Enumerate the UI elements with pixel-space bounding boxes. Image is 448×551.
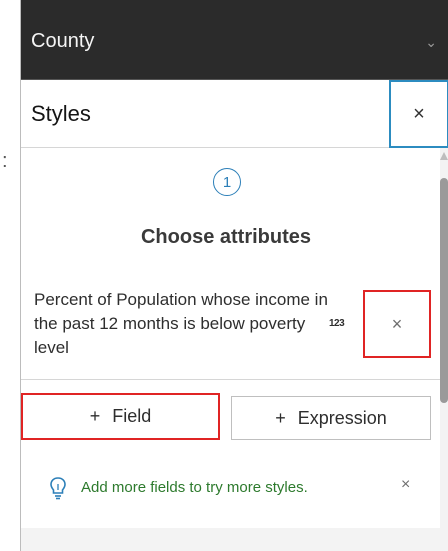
gutter-partial-glyph: : <box>2 150 8 172</box>
add-expression-label: Expression <box>297 407 387 428</box>
left-gutter: : <box>0 0 20 551</box>
styles-header: Styles × <box>21 80 448 148</box>
remove-attribute-button[interactable]: × <box>363 290 431 358</box>
layer-title: County <box>31 30 95 52</box>
chevron-down-icon[interactable]: ⌄ <box>425 34 437 51</box>
step-number: 1 <box>222 173 232 191</box>
step-number-badge: 1 <box>213 168 241 196</box>
step-title: Choose attributes <box>140 226 312 248</box>
add-field-label: Field <box>112 406 152 426</box>
tip-text: Add more fields to try more styles. <box>81 479 308 496</box>
close-icon[interactable]: × <box>401 476 410 494</box>
content-area: 1 Choose attributes Percent of Populatio… <box>21 148 448 551</box>
close-icon: × <box>391 313 403 334</box>
styles-title: Styles <box>31 101 91 126</box>
tip-notice: Add more fields to try more styles. × <box>21 448 441 528</box>
plus-icon: + <box>275 407 286 428</box>
number-type-icon: 123 <box>329 318 345 329</box>
add-field-button[interactable]: + Field <box>21 393 220 440</box>
close-button[interactable]: × <box>389 80 448 148</box>
lightbulb-icon <box>50 477 66 500</box>
attribute-name: Percent of Population whose income in th… <box>34 290 328 357</box>
add-expression-button[interactable]: + Expression <box>231 396 431 440</box>
plus-icon: + <box>89 406 101 426</box>
choose-attributes-card: 1 Choose attributes Percent of Populatio… <box>21 148 441 528</box>
layer-header[interactable]: County ⌄ <box>21 0 448 80</box>
scroll-up-icon[interactable] <box>440 152 448 160</box>
divider <box>21 379 441 380</box>
close-icon: × <box>413 102 425 125</box>
scrollbar-thumb[interactable] <box>440 178 448 403</box>
styles-panel: County ⌄ Styles × 1 Choose attributes Pe… <box>20 0 448 551</box>
